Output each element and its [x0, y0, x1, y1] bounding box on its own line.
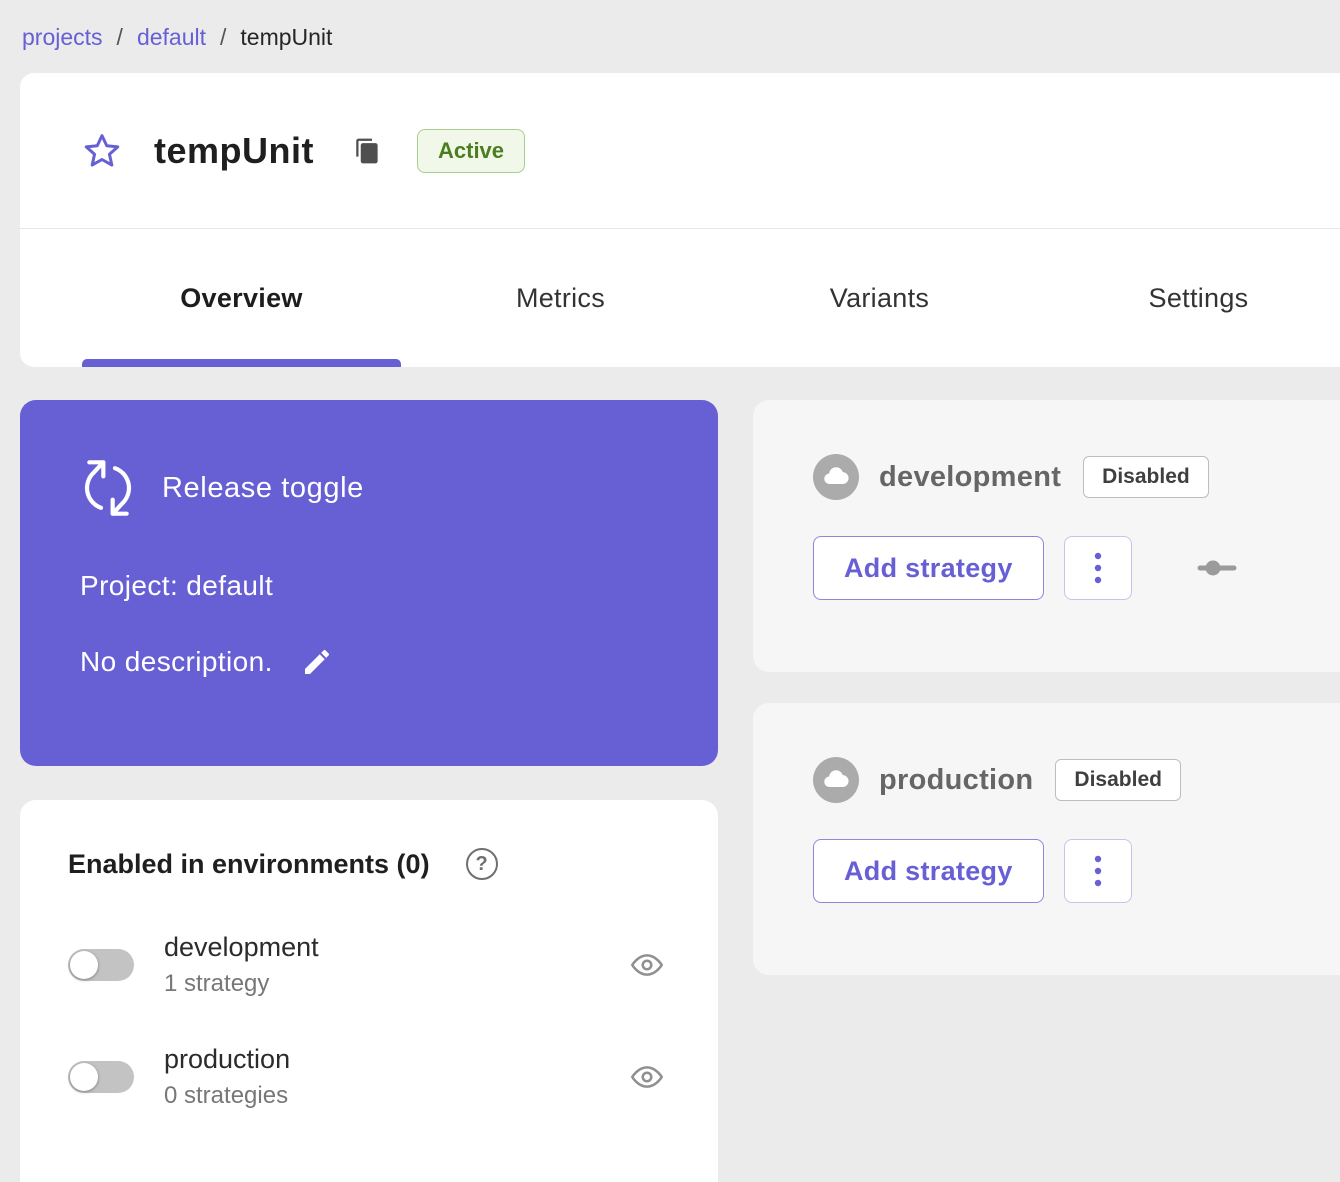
breadcrumb: projects / default / tempUnit — [0, 0, 1340, 51]
cloud-icon — [813, 454, 859, 500]
environment-card-actions: Add strategy — [813, 536, 1340, 600]
release-toggle-icon — [80, 460, 136, 516]
environment-row-text: development 1 strategy — [164, 932, 319, 998]
breadcrumb-link-projects[interactable]: projects — [22, 24, 103, 51]
description-text: No description. — [80, 646, 273, 678]
add-strategy-button[interactable]: Add strategy — [813, 536, 1044, 600]
environment-card-header: production Disabled — [813, 757, 1340, 803]
toggle-thumb — [70, 1063, 98, 1091]
tab-overview[interactable]: Overview — [82, 229, 401, 367]
tab-metrics-label: Metrics — [516, 283, 605, 314]
environment-card-production: production Disabled Add strategy — [753, 703, 1340, 975]
enabled-environments-title: Enabled in environments (0) — [68, 849, 430, 880]
environment-strategy-count: 1 strategy — [164, 970, 319, 998]
environment-strategy-count: 0 strategies — [164, 1082, 290, 1110]
more-options-button[interactable] — [1064, 839, 1132, 903]
add-strategy-button[interactable]: Add strategy — [813, 839, 1044, 903]
environment-toggle-icon[interactable] — [1196, 556, 1238, 580]
feature-tabs: Overview Metrics Variants Settings — [20, 228, 1340, 367]
tab-settings-label: Settings — [1149, 283, 1249, 314]
cloud-icon — [813, 757, 859, 803]
breadcrumb-current: tempUnit — [240, 24, 332, 51]
feature-summary-card: Release toggle Project: default No descr… — [20, 400, 718, 766]
breadcrumb-separator: / — [117, 24, 123, 51]
enabled-environments-panel: Enabled in environments (0) ? developmen… — [20, 800, 718, 1182]
environment-row-development: development 1 strategy — [68, 932, 672, 998]
environment-row-production: production 0 strategies — [68, 1044, 672, 1110]
environment-name: production — [164, 1044, 290, 1075]
tab-settings[interactable]: Settings — [1039, 229, 1340, 367]
copy-icon[interactable] — [354, 136, 381, 166]
environment-card-header: development Disabled — [813, 454, 1340, 500]
eye-icon[interactable] — [630, 948, 664, 982]
overview-content: Release toggle Project: default No descr… — [0, 367, 1340, 1182]
environment-card-development: development Disabled Add strategy — [753, 400, 1340, 672]
favorite-star-icon[interactable] — [82, 131, 122, 171]
eye-icon[interactable] — [630, 1060, 664, 1094]
tab-variants-label: Variants — [830, 283, 929, 314]
left-column: Release toggle Project: default No descr… — [20, 400, 718, 1182]
environment-card-actions: Add strategy — [813, 839, 1340, 903]
tab-variants[interactable]: Variants — [720, 229, 1039, 367]
toggle-thumb — [70, 951, 98, 979]
environment-status-badge: Disabled — [1083, 456, 1209, 498]
environment-card-name: development — [879, 461, 1061, 494]
environment-row-text: production 0 strategies — [164, 1044, 290, 1110]
right-column: development Disabled Add strategy — [753, 400, 1340, 975]
status-badge: Active — [417, 129, 525, 173]
environment-toggle-list: development 1 strategy production 0 — [68, 932, 672, 1110]
breadcrumb-link-default[interactable]: default — [137, 24, 206, 51]
description-row: No description. — [80, 646, 662, 678]
more-options-button[interactable] — [1064, 536, 1132, 600]
project-label: Project: default — [80, 570, 662, 602]
feature-header: tempUnit Active — [20, 73, 1340, 228]
environment-name: development — [164, 932, 319, 963]
edit-description-icon[interactable] — [301, 646, 333, 678]
help-icon[interactable]: ? — [466, 848, 498, 880]
tab-overview-label: Overview — [180, 283, 302, 314]
development-toggle-switch[interactable] — [68, 949, 134, 981]
breadcrumb-separator: / — [220, 24, 226, 51]
production-toggle-switch[interactable] — [68, 1061, 134, 1093]
page-title: tempUnit — [154, 130, 314, 172]
toggle-type-label: Release toggle — [162, 472, 364, 505]
enabled-environments-header: Enabled in environments (0) ? — [68, 848, 672, 880]
environment-card-name: production — [879, 764, 1033, 797]
feature-header-card: tempUnit Active Overview Metrics Variant… — [20, 73, 1340, 367]
tab-metrics[interactable]: Metrics — [401, 229, 720, 367]
environment-status-badge: Disabled — [1055, 759, 1181, 801]
toggle-type-row: Release toggle — [80, 460, 662, 516]
